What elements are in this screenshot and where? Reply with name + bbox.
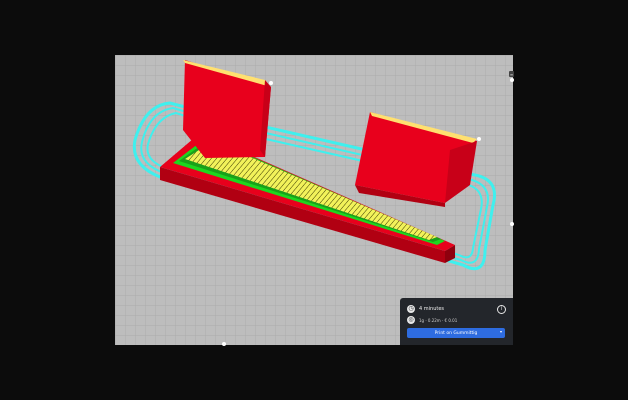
print-button[interactable]: Print on Gummittig ▾ (407, 328, 505, 338)
viewport-edge-marker (510, 222, 514, 226)
viewport-edge-marker (222, 342, 226, 346)
print-summary-panel: ◷ 4 minutes ◎ 1g · 0.22m · € 0.01 i Prin… (400, 298, 513, 345)
filament-icon: ◎ (407, 316, 415, 324)
clock-icon: ◷ (407, 305, 415, 313)
info-icon[interactable]: i (497, 305, 506, 314)
material-cost: 1g · 0.22m · € 0.01 (419, 317, 458, 323)
side-panel-toggle[interactable]: ≡ (509, 71, 514, 77)
print-button-label: Print on Gummittig (434, 330, 478, 336)
chevron-down-icon[interactable]: ▾ (500, 329, 502, 334)
print-time: 4 minutes (419, 306, 445, 312)
viewport-edge-marker (510, 78, 514, 82)
